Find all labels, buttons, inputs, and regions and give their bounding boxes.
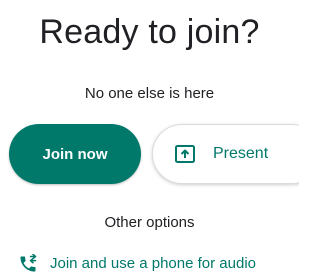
phone-audio-label: Join and use a phone for audio xyxy=(50,255,256,272)
page-title: Ready to join? xyxy=(39,13,260,51)
participant-status: No one else is here xyxy=(84,85,215,102)
join-with-phone-audio-link[interactable]: Join and use a phone for audio xyxy=(18,254,256,274)
phone-forward-icon xyxy=(18,254,38,274)
join-now-label: Join now xyxy=(42,145,108,163)
other-options-heading: Other options xyxy=(104,214,195,231)
join-now-button[interactable]: Join now xyxy=(9,124,141,184)
present-to-all-icon xyxy=(173,142,197,166)
present-button[interactable]: Present xyxy=(152,124,299,184)
present-label: Present xyxy=(213,145,269,162)
join-screen: Ready to join? No one else is here Join … xyxy=(0,0,299,275)
